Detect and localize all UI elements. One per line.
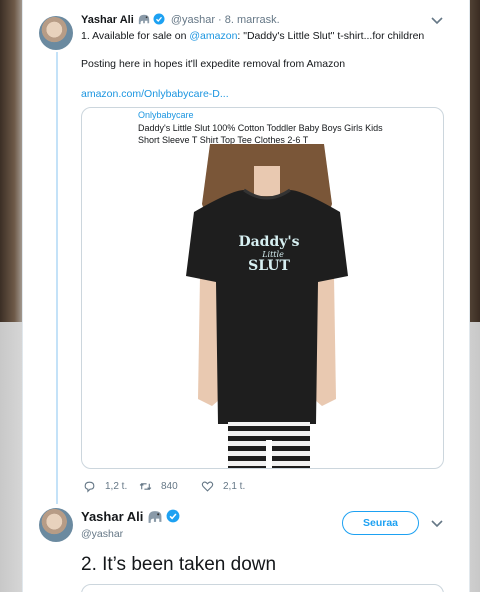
tweet-date[interactable]: 8. marrask. [225, 14, 280, 26]
product-image[interactable]: Daddy's Little SLUT [172, 144, 362, 469]
verified-badge-icon [153, 13, 165, 25]
tweet-text-line2: Posting here in hopes it'll expedite rem… [81, 58, 346, 70]
reply-icon[interactable] [83, 480, 96, 493]
thread-line [56, 52, 58, 504]
tweet2-header: Yashar Ali [81, 509, 180, 524]
mention-link[interactable]: @amazon [189, 30, 237, 42]
reply-action[interactable]: 1,2 t. [83, 480, 127, 493]
avatar[interactable] [39, 508, 73, 542]
retweet-icon[interactable] [139, 480, 152, 493]
card-title[interactable]: Daddy's Little Slut 100% Cotton Toddler … [138, 122, 398, 146]
elephant-emoji-icon [148, 511, 162, 523]
author-name[interactable]: Yashar Ali [81, 509, 143, 524]
link-card[interactable] [81, 584, 444, 592]
author-handle[interactable]: @yashar [171, 14, 215, 26]
link-card[interactable]: Onlybabycare Daddy's Little Slut 100% Co… [81, 107, 444, 469]
tweet-panel: Yashar Ali @yashar · 8. marrask. 1. Availa… [22, 0, 470, 592]
tweet-text-prefix: 1. Available for sale on [81, 30, 190, 42]
chevron-down-icon[interactable] [431, 17, 443, 25]
tweet-text: 1. Available for sale on @amazon: "Daddy… [81, 29, 456, 44]
card-site-name[interactable]: Onlybabycare [138, 110, 194, 120]
tweet-header: Yashar Ali @yashar · 8. marrask. [81, 13, 280, 26]
author-handle[interactable]: @yashar [81, 528, 123, 540]
reply-count: 1,2 t. [105, 481, 128, 492]
separator: · [218, 14, 222, 26]
retweet-action[interactable]: 840 [139, 480, 178, 493]
retweet-count: 840 [161, 481, 178, 492]
shirt-text-line1: Daddy's [238, 234, 299, 250]
follow-button[interactable]: Seuraa [342, 511, 419, 535]
tweet-text-suffix: : "Daddy's Little Slut" t-shirt...for ch… [237, 30, 425, 42]
tweet-url-link[interactable]: amazon.com/Onlybabycare-D... [81, 88, 229, 100]
chevron-down-icon[interactable] [431, 520, 443, 528]
like-count: 2,1 t. [223, 481, 246, 492]
tweet-text: 2. It’s been taken down [81, 554, 277, 575]
verified-badge-icon [166, 509, 180, 523]
like-icon[interactable] [201, 480, 214, 493]
author-name[interactable]: Yashar Ali [81, 14, 134, 26]
like-action[interactable]: 2,1 t. [201, 480, 245, 493]
avatar[interactable] [39, 16, 73, 50]
striped-leggings [228, 422, 310, 468]
tweet-actions: 1,2 t. 840 2,1 t. [81, 480, 281, 494]
elephant-emoji-icon [138, 14, 149, 25]
shirt-text-line3: SLUT [248, 258, 290, 274]
